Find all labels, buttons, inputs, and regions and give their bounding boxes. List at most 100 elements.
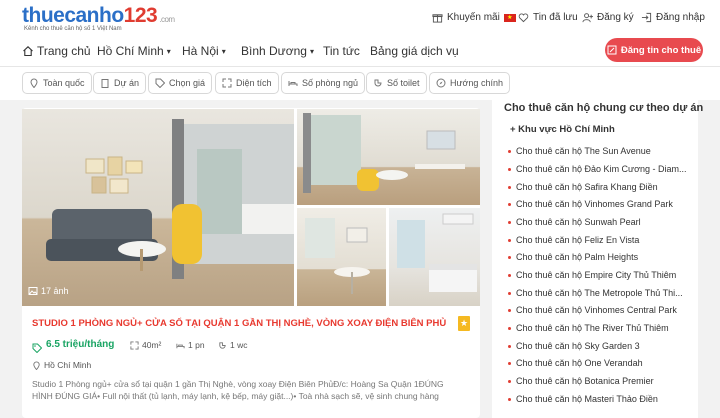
sidebar-item-label: Cho thuê căn hộ The Metropole Thủ Thi... — [516, 288, 683, 298]
site-logo[interactable]: thuecanho123 .com — [22, 4, 175, 28]
listing-photo-2[interactable] — [297, 109, 480, 205]
logo-text: thuecanho — [22, 4, 124, 27]
sidebar-item[interactable]: Cho thuê căn hộ Masteri Thảo Điền — [508, 394, 690, 404]
saved-posts-link[interactable]: Tin đã lưu — [518, 12, 578, 23]
sidebar-region[interactable]: + Khu vực Hồ Chí Minh — [510, 124, 615, 135]
chevron-down-icon: ▾ — [166, 46, 171, 56]
sidebar-item-label: Cho thuê căn hộ Sunwah Pearl — [516, 217, 641, 227]
sidebar-item[interactable]: Cho thuê căn hộ One Verandah — [508, 358, 690, 368]
bullet-icon — [508, 397, 511, 401]
register-link[interactable]: Đăng ký — [582, 12, 634, 23]
building-icon — [101, 79, 109, 88]
listing-photo-main[interactable] — [22, 109, 294, 306]
bullet-icon — [508, 379, 511, 383]
sidebar-item[interactable]: Cho thuê căn hộ The Metropole Thủ Thi... — [508, 288, 690, 298]
bed-icon — [176, 343, 185, 348]
bullet-icon — [508, 308, 511, 312]
nav-hanoi-label: Hà Nội — [182, 44, 219, 58]
filter-price-label: Chọn giá — [169, 78, 206, 88]
nav-binhduong-label: Bình Dương — [241, 44, 307, 58]
home-icon — [23, 46, 33, 57]
listing-area: 40m² — [130, 340, 161, 350]
sidebar-item[interactable]: Cho thuê căn hộ Sky Garden 3 — [508, 341, 690, 351]
sidebar-item-label: Cho thuê căn hộ Botanica Premier — [516, 376, 654, 386]
site-tagline: Kênh cho thuê căn hộ số 1 Việt Nam — [24, 26, 122, 32]
sidebar-item[interactable]: Cho thuê căn hộ Vinhomes Central Park — [508, 305, 690, 315]
bullet-icon — [508, 185, 511, 189]
sidebar-item-label: Cho thuê căn hộ Vinhomes Central Park — [516, 305, 677, 315]
sidebar-item-label: Cho thuê căn hộ Safira Khang Điền — [516, 182, 658, 192]
gift-icon — [432, 14, 443, 23]
star-badge-icon: ★ — [458, 316, 470, 331]
bullet-icon — [508, 220, 511, 224]
filter-project[interactable]: Dự án — [93, 72, 147, 94]
sidebar-item[interactable]: Cho thuê căn hộ Botanica Premier — [508, 376, 690, 386]
vn-flag-icon: ★ — [503, 13, 516, 22]
filter-direction[interactable]: Hướng chính — [429, 72, 510, 94]
filter-bedrooms[interactable]: Số phòng ngủ — [281, 72, 366, 94]
nav-news[interactable]: Tin tức — [323, 44, 360, 58]
price-tag-icon — [32, 340, 43, 358]
sidebar-item[interactable]: Cho thuê căn hộ Safira Khang Điền — [508, 182, 690, 192]
sidebar-item[interactable]: Cho thuê căn hộ Feliz En Vista — [508, 235, 690, 245]
chevron-down-icon: ▾ — [221, 46, 226, 56]
chevron-down-icon: ▾ — [309, 46, 314, 56]
register-label: Đăng ký — [597, 12, 634, 23]
login-label: Đăng nhập — [656, 12, 705, 23]
nav-pricing[interactable]: Bảng giá dịch vụ — [370, 44, 459, 58]
expand-icon — [222, 78, 232, 88]
map-pin-icon — [30, 78, 38, 88]
sidebar-item[interactable]: Cho thuê căn hộ The River Thủ Thiêm — [508, 323, 690, 333]
nav-home-label: Trang chủ — [37, 44, 91, 58]
nav-home[interactable]: Trang chủ — [22, 44, 91, 58]
sidebar-item[interactable]: Cho thuê căn hộ Palm Heights — [508, 252, 690, 262]
sidebar-item[interactable]: Cho thuê căn hộ Đảo Kim Cương - Diam... — [508, 164, 690, 174]
listing-bedrooms-value: 1 pn — [188, 340, 205, 350]
nav-binhduong[interactable]: Bình Dương ▾ — [241, 44, 314, 58]
filter-price[interactable]: Chọn giá — [148, 72, 213, 94]
listing-title[interactable]: STUDIO 1 PHÒNG NGỦ+ CỬA SỔ TẠI QUẬN 1 GẦ… — [32, 318, 452, 329]
nav-hanoi[interactable]: Hà Nội ▾ — [182, 44, 226, 58]
filter-area[interactable]: Diện tích — [215, 72, 279, 94]
filter-direction-label: Hướng chính — [450, 78, 503, 88]
compass-icon — [436, 78, 446, 88]
sidebar-item-label: Cho thuê căn hộ Đảo Kim Cương - Diam... — [516, 164, 687, 174]
toilet-icon — [374, 79, 382, 87]
filter-location[interactable]: Toàn quốc — [22, 72, 92, 94]
sidebar-item[interactable]: Cho thuê căn hộ Sunwah Pearl — [508, 217, 690, 227]
filter-area-label: Diện tích — [236, 78, 272, 88]
sidebar-title: Cho thuê căn hộ chung cư theo dự án — [504, 102, 704, 114]
login-icon — [641, 12, 652, 23]
sidebar-item-label: Cho thuê căn hộ Masteri Thảo Điền — [516, 394, 658, 404]
sidebar-item-label: Cho thuê căn hộ Vinhomes Grand Park — [516, 199, 673, 209]
filter-bedrooms-label: Số phòng ngủ — [302, 78, 359, 88]
bullet-icon — [508, 326, 511, 330]
promo-link[interactable]: Khuyến mãi ★ — [432, 12, 516, 23]
listing-photo-4[interactable] — [389, 208, 480, 306]
nav-hcm[interactable]: Hồ Chí Minh ▾ — [97, 44, 171, 58]
sidebar-item[interactable]: Cho thuê căn hộ The Sun Avenue — [508, 146, 690, 156]
login-link[interactable]: Đăng nhập — [641, 12, 705, 23]
listing-location-value: Hồ Chí Minh — [44, 360, 92, 370]
bullet-icon — [508, 361, 511, 365]
photo-count-label: 17 ảnh — [41, 286, 69, 296]
sidebar-item-label: Cho thuê căn hộ The River Thủ Thiêm — [516, 323, 669, 333]
map-pin-icon — [33, 361, 40, 370]
bedroom-illustration — [397, 213, 477, 292]
filter-toilets-label: Số toilet — [387, 78, 420, 88]
user-plus-icon — [582, 13, 593, 23]
listing-location: Hồ Chí Minh — [32, 360, 91, 370]
bullet-icon — [508, 202, 511, 206]
image-icon — [28, 287, 38, 295]
listing-bedrooms: 1 pn — [176, 340, 205, 350]
sidebar-item[interactable]: Cho thuê căn hộ Vinhomes Grand Park — [508, 199, 690, 209]
sidebar-item-label: Cho thuê căn hộ Sky Garden 3 — [516, 341, 640, 351]
post-listing-button[interactable]: Đăng tin cho thuê — [605, 38, 703, 62]
filter-toilets[interactable]: Số toilet — [366, 72, 427, 94]
expand-icon — [130, 340, 139, 350]
listing-photo-3[interactable] — [297, 208, 386, 306]
filter-project-label: Dự án — [114, 78, 140, 88]
tag-icon — [155, 78, 165, 88]
heart-icon — [518, 13, 529, 23]
sidebar-item[interactable]: Cho thuê căn hộ Empire City Thủ Thiêm — [508, 270, 690, 280]
